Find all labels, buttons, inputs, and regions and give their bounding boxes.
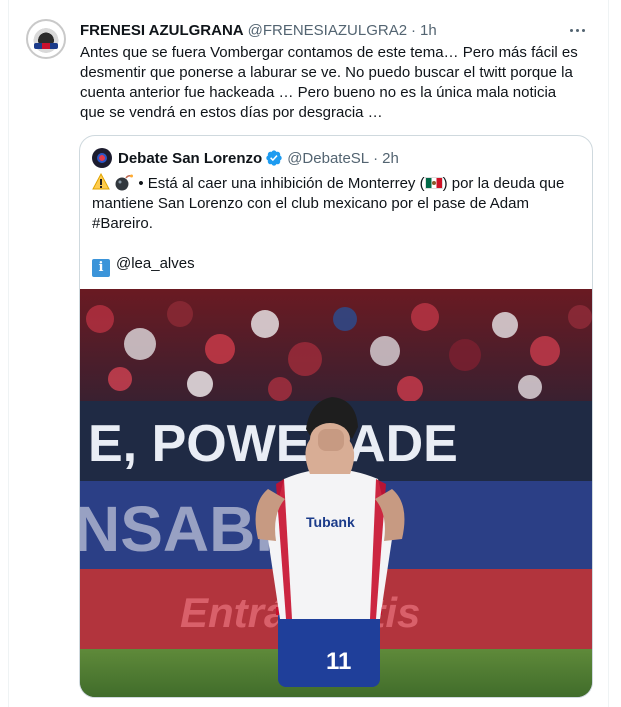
quoted-credit-handle[interactable]: @lea_alves xyxy=(116,255,195,272)
quoted-tweet-photo[interactable]: E, POWERADE NSABRIN Entrá Gratis Tubank xyxy=(80,289,592,697)
quoted-author-avatar[interactable] xyxy=(92,148,112,168)
quoted-hashtag-bareiro[interactable]: #Bareiro. xyxy=(92,214,580,234)
more-dot xyxy=(575,28,579,32)
tweet-text: Antes que se fuera Vombergar contamos de… xyxy=(80,43,595,123)
tweet-timestamp[interactable]: 1h xyxy=(420,22,437,39)
quoted-tweet[interactable]: Debate San Lorenzo @DebateSL · 2h • Está xyxy=(79,135,593,698)
quoted-text-line1-tail: ) por la deuda que xyxy=(442,175,565,192)
banner-top-text: E, POWERADE xyxy=(88,415,458,473)
quoted-author-handle[interactable]: @DebateSL xyxy=(287,150,369,167)
shirt-sponsor-text: Tubank xyxy=(306,514,355,530)
more-dot xyxy=(569,28,573,32)
tweet-text-line: que se vendrá en estos días por desgraci… xyxy=(80,104,383,121)
tweet-text-line: desmentir que ponerse a laburar se ve. N… xyxy=(80,64,573,81)
avatar-club-stripe xyxy=(34,43,58,49)
tweet-card[interactable]: FRENESI AZULGRANA @FRENESIAZULGRA2 · 1h … xyxy=(0,0,621,707)
timeline-border-right xyxy=(608,0,609,707)
author-avatar[interactable] xyxy=(26,19,66,59)
quoted-avatar-logo xyxy=(97,153,107,163)
quoted-text-spacer xyxy=(92,234,580,254)
mexico-flag-icon xyxy=(424,177,443,189)
information-icon: i xyxy=(92,259,110,277)
tweet-text-line: cuenta anterior fue hackeada … Pero buen… xyxy=(80,84,557,101)
bomb-emoji-icon xyxy=(115,174,134,191)
crowd-background xyxy=(80,289,592,401)
quoted-text-line1-main: • Está al caer una inhibición de Monterr… xyxy=(134,175,425,192)
header-separator: · xyxy=(411,21,417,39)
quoted-header-separator: · xyxy=(373,149,379,167)
quoted-text-line: mantiene San Lorenzo con el club mexican… xyxy=(92,195,529,212)
quoted-credit-line: i @lea_alves xyxy=(92,254,580,277)
quoted-tweet-text: • Está al caer una inhibición de Monterr… xyxy=(92,173,580,277)
more-options-icon[interactable] xyxy=(567,21,587,39)
shorts-number-text: 11 xyxy=(326,648,351,675)
verified-badge-icon xyxy=(266,150,282,166)
more-dot xyxy=(581,28,585,32)
author-handle[interactable]: @FRENESIAZULGRA2 xyxy=(248,22,407,39)
quoted-author-name[interactable]: Debate San Lorenzo xyxy=(118,150,262,167)
quoted-tweet-header: Debate San Lorenzo @DebateSL · 2h xyxy=(92,148,399,168)
tweet-header: FRENESI AZULGRANA @FRENESIAZULGRA2 · 1h xyxy=(80,19,437,41)
warning-emoji-icon xyxy=(92,173,110,190)
quoted-text-line: • Está al caer una inhibición de Monterr… xyxy=(92,173,580,194)
tweet-text-line: Antes que se fuera Vombergar contamos de… xyxy=(80,44,578,61)
timeline-border-left xyxy=(8,0,9,707)
photo-scene: E, POWERADE NSABRIN Entrá Gratis Tubank xyxy=(80,289,592,697)
quoted-timestamp[interactable]: 2h xyxy=(382,150,399,167)
avatar-bull-logo xyxy=(31,24,61,54)
author-name[interactable]: FRENESI AZULGRANA xyxy=(80,22,244,39)
